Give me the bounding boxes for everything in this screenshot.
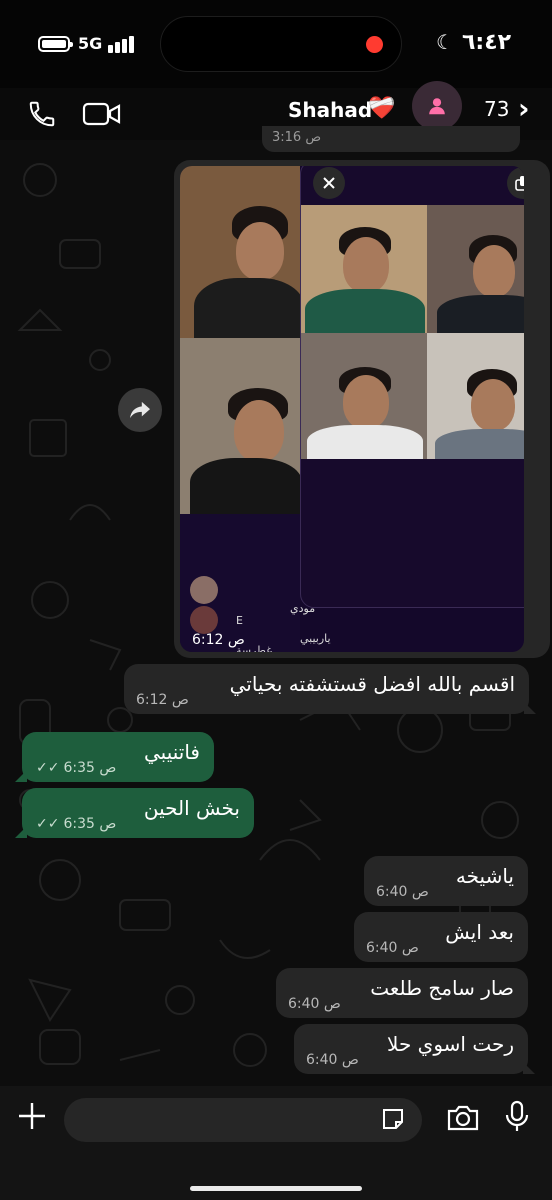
message-time: 6:35 ص bbox=[63, 816, 117, 832]
image-time: 6:12 ص bbox=[192, 632, 245, 648]
message-bubble[interactable]: رحت اسوي حلا 6:40 ص bbox=[294, 1024, 535, 1074]
message-bubble[interactable]: بخش الحين ✓✓ 6:35 ص bbox=[15, 788, 254, 838]
plus-icon[interactable] bbox=[16, 1100, 48, 1141]
message-bubble[interactable]: اقسم بالله افضل قستشفته بحياتي 6:12 ص bbox=[124, 664, 536, 714]
video-tile bbox=[180, 338, 300, 514]
message-time: 6:40 ص bbox=[306, 1052, 359, 1068]
composer-bar bbox=[0, 1086, 552, 1200]
message-time: 6:40 ص bbox=[288, 996, 341, 1012]
chevron-right-icon[interactable]: › bbox=[518, 92, 530, 125]
video-tile bbox=[301, 205, 427, 333]
recording-indicator bbox=[366, 36, 383, 53]
message-time: 6:40 ص bbox=[376, 884, 429, 900]
message-text: اقسم بالله افضل قستشفته بحياتي bbox=[229, 672, 515, 696]
read-ticks-icon: ✓✓ bbox=[36, 760, 60, 776]
message-bubble[interactable]: فاتنيبي ✓✓ 6:35 ص bbox=[15, 732, 214, 782]
status-bar: 5G ☾ ٦:٤٢ bbox=[0, 0, 552, 88]
video-tile bbox=[301, 333, 427, 459]
video-call-icon[interactable] bbox=[82, 94, 122, 134]
message-text: صار سامج طلعت bbox=[370, 976, 514, 1000]
camera-icon[interactable] bbox=[446, 1104, 480, 1136]
message-time: 6:40 ص bbox=[366, 940, 419, 956]
overlay-comment: مودي bbox=[290, 602, 316, 615]
video-tile bbox=[180, 166, 300, 338]
sticker-icon[interactable] bbox=[380, 1106, 406, 1136]
overlay-comment: ياربيبي bbox=[300, 632, 331, 645]
previous-message-peek: 3:16 ص bbox=[262, 126, 520, 152]
mic-icon[interactable] bbox=[504, 1100, 530, 1138]
battery-icon bbox=[38, 36, 73, 52]
pip-expand-icon[interactable] bbox=[507, 167, 524, 199]
message-text: ياشيخه bbox=[455, 864, 514, 888]
screenshot-image[interactable]: مودي E ياربيبي غطرسة 6:12 ص bbox=[180, 166, 524, 652]
pip-window[interactable] bbox=[300, 166, 524, 608]
message-time: 6:12 ص bbox=[136, 692, 189, 708]
image-message[interactable]: مودي E ياربيبي غطرسة 6:12 ص bbox=[174, 160, 550, 658]
avatar-icon[interactable] bbox=[412, 81, 462, 131]
status-time: ٦:٤٢ bbox=[462, 30, 512, 55]
message-bubble[interactable]: ياشيخه 6:40 ص bbox=[364, 856, 528, 906]
message-input[interactable] bbox=[64, 1098, 422, 1142]
video-tile bbox=[427, 205, 524, 333]
contact-name[interactable]: Shahad bbox=[288, 98, 372, 122]
message-bubble[interactable]: بعد ايش 6:40 ص bbox=[354, 912, 528, 962]
message-text: رحت اسوي حلا bbox=[387, 1032, 514, 1056]
unread-count: 73 bbox=[484, 97, 510, 121]
peek-time: 3:16 ص bbox=[272, 130, 322, 145]
focus-moon-icon: ☾ bbox=[436, 30, 454, 54]
forward-icon[interactable] bbox=[118, 388, 162, 432]
phone-icon[interactable] bbox=[22, 94, 62, 134]
read-ticks-icon: ✓✓ bbox=[36, 816, 60, 832]
message-text: بعد ايش bbox=[445, 920, 514, 944]
overlay-comment: E bbox=[236, 614, 243, 627]
video-tile bbox=[427, 333, 524, 459]
dynamic-island bbox=[160, 16, 402, 72]
signal-icon bbox=[108, 35, 136, 53]
close-icon[interactable] bbox=[313, 167, 345, 199]
home-indicator bbox=[190, 1186, 362, 1191]
message-text: فاتنيبي bbox=[144, 740, 200, 764]
heart-emoji: ❤️‍🩹 bbox=[368, 96, 396, 121]
message-time: 6:35 ص bbox=[63, 760, 117, 776]
message-text: بخش الحين bbox=[143, 796, 240, 820]
network-type: 5G bbox=[78, 34, 103, 53]
message-bubble[interactable]: صار سامج طلعت 6:40 ص bbox=[276, 968, 528, 1018]
